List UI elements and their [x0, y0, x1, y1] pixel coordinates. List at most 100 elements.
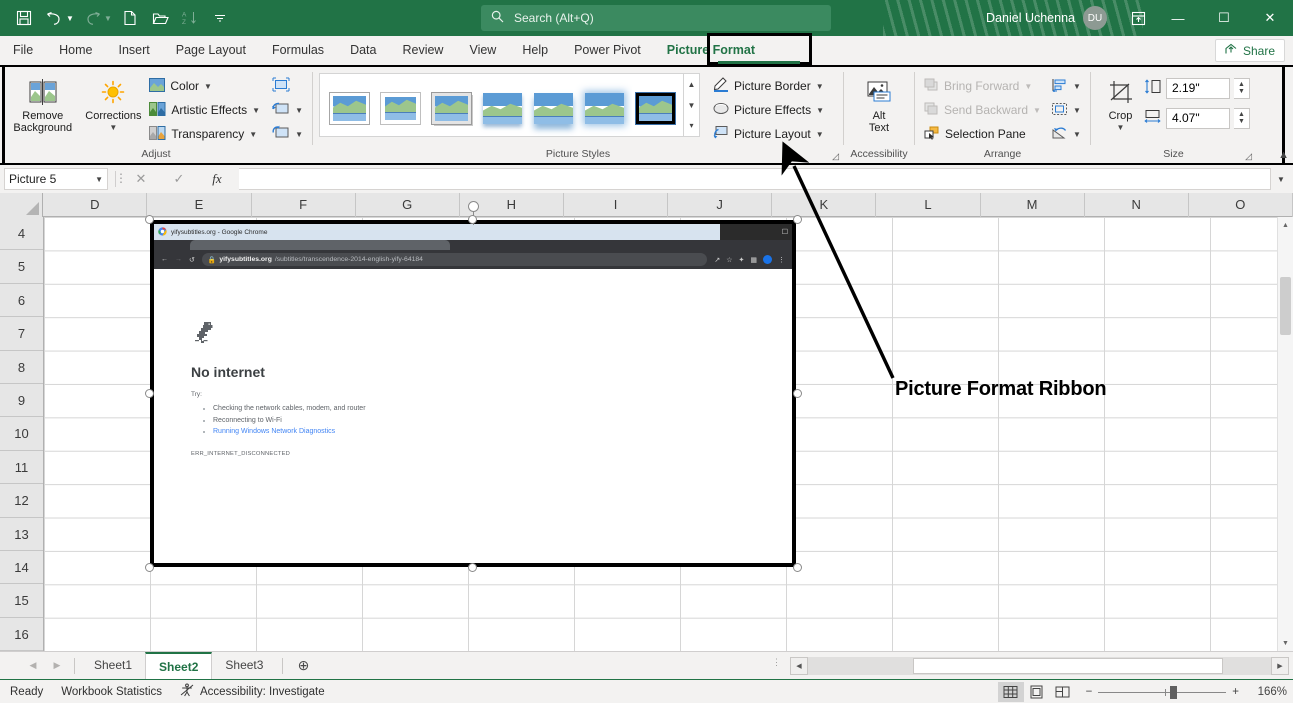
- sheet-tab-sheet3[interactable]: Sheet3: [212, 652, 276, 679]
- chrome-restore-icon[interactable]: ☐: [782, 228, 788, 236]
- column-header-G[interactable]: G: [356, 193, 460, 217]
- column-header-F[interactable]: F: [252, 193, 356, 217]
- tab-home[interactable]: Home: [46, 36, 105, 65]
- row-header-5[interactable]: 5: [0, 250, 43, 283]
- reload-icon[interactable]: ↺: [189, 256, 195, 264]
- zoom-in-button[interactable]: +: [1232, 686, 1239, 698]
- row-header-7[interactable]: 7: [0, 317, 43, 350]
- undo-dropdown-icon[interactable]: ▼: [66, 14, 76, 23]
- zoom-level[interactable]: 166%: [1245, 686, 1287, 698]
- back-icon[interactable]: ←: [161, 256, 168, 263]
- shape-height-spinner[interactable]: ▲▼: [1234, 78, 1250, 99]
- zoom-slider-thumb[interactable]: [1170, 686, 1177, 699]
- remove-background-button[interactable]: Remove Background: [6, 72, 79, 134]
- chrome-menu-icon[interactable]: ⋮: [778, 256, 785, 264]
- customize-qat-icon[interactable]: [206, 5, 234, 31]
- gallery-more-icon[interactable]: ▾: [684, 115, 699, 136]
- sheet-tab-sheet1[interactable]: Sheet1: [81, 652, 145, 679]
- gallery-scroll-up-icon[interactable]: ▲: [684, 74, 699, 95]
- picture-effects-dropdown-icon[interactable]: ▼: [816, 106, 824, 115]
- page-break-view-button[interactable]: [1050, 682, 1076, 702]
- reset-picture-button[interactable]: ▼: [269, 122, 306, 146]
- tab-insert[interactable]: Insert: [106, 36, 163, 65]
- vertical-scrollbar[interactable]: ▲ ▼: [1277, 217, 1293, 651]
- row-header-8[interactable]: 8: [0, 351, 43, 384]
- rotation-handle[interactable]: [468, 201, 479, 212]
- tab-formulas[interactable]: Formulas: [259, 36, 337, 65]
- insert-function-button[interactable]: fx: [199, 168, 235, 190]
- rotate-dropdown-icon[interactable]: ▼: [1073, 130, 1081, 139]
- selection-pane-button[interactable]: Selection Pane: [921, 122, 1044, 146]
- name-box[interactable]: Picture 5 ▼: [4, 168, 108, 190]
- select-all-corner[interactable]: [0, 193, 43, 217]
- artistic-effects-dropdown-icon[interactable]: ▼: [252, 106, 260, 115]
- forward-icon[interactable]: →: [175, 256, 182, 263]
- sheet-tab-sheet2[interactable]: Sheet2: [145, 652, 212, 680]
- minimize-button[interactable]: —: [1155, 0, 1201, 36]
- close-button[interactable]: ✕: [1247, 0, 1293, 36]
- color-button[interactable]: Color ▼: [146, 74, 263, 98]
- sheet-nav-previous-icon[interactable]: ◀: [22, 660, 44, 671]
- artistic-effects-button[interactable]: Artistic Effects ▼: [146, 98, 263, 122]
- profile-avatar-icon[interactable]: [763, 255, 772, 264]
- shape-height-field[interactable]: ▲▼: [1144, 76, 1250, 100]
- picture-style-3[interactable]: [479, 87, 526, 129]
- shape-width-field[interactable]: ▲▼: [1144, 106, 1250, 130]
- picture-border-button[interactable]: Picture Border ▼: [710, 74, 827, 98]
- row-header-10[interactable]: 10: [0, 417, 43, 450]
- corrections-button[interactable]: Corrections ▼: [80, 72, 146, 134]
- share-button[interactable]: Share: [1215, 39, 1285, 62]
- tab-review[interactable]: Review: [389, 36, 456, 65]
- sheet-nav-next-icon[interactable]: ▶: [46, 660, 68, 671]
- search-input[interactable]: Search (Alt+Q): [481, 5, 831, 31]
- column-header-M[interactable]: M: [981, 193, 1085, 217]
- scroll-split-handle[interactable]: ⋮: [772, 660, 782, 664]
- workbook-statistics-button[interactable]: Workbook Statistics: [61, 686, 162, 698]
- group-dropdown-icon[interactable]: ▼: [1073, 106, 1081, 115]
- avatar[interactable]: DU: [1083, 6, 1107, 30]
- picture-style-6-selected[interactable]: [632, 87, 679, 129]
- tab-page-layout[interactable]: Page Layout: [163, 36, 259, 65]
- rotate-objects-button[interactable]: ▼: [1048, 122, 1084, 146]
- picture-effects-button[interactable]: Picture Effects ▼: [710, 98, 827, 122]
- extensions-puzzle-icon[interactable]: ✦: [739, 256, 745, 264]
- crop-button[interactable]: Crop ▼: [1097, 72, 1144, 134]
- picture-style-0[interactable]: [326, 87, 373, 129]
- enter-formula-button[interactable]: ✓: [161, 168, 197, 190]
- picture-style-4[interactable]: [530, 87, 577, 129]
- share-page-icon[interactable]: ↗: [714, 256, 720, 264]
- media-icon[interactable]: ▦: [750, 256, 757, 264]
- picture-border-dropdown-icon[interactable]: ▼: [816, 82, 824, 91]
- picture-style-2[interactable]: [428, 87, 475, 129]
- transparency-button[interactable]: Transparency ▼: [146, 122, 263, 146]
- tab-power-pivot[interactable]: Power Pivot: [561, 36, 654, 65]
- resize-handle-middle-left[interactable]: [145, 389, 154, 398]
- address-bar[interactable]: 🔒 yifysubtitles.org/subtitles/transcende…: [202, 253, 707, 266]
- zoom-slider[interactable]: − + 166%: [1086, 686, 1287, 698]
- row-header-11[interactable]: 11: [0, 451, 43, 484]
- transparency-dropdown-icon[interactable]: ▼: [249, 130, 257, 139]
- column-header-E[interactable]: E: [147, 193, 251, 217]
- alt-text-button[interactable]: Alt Text: [850, 72, 908, 134]
- undo-icon[interactable]: [40, 5, 68, 31]
- column-header-D[interactable]: D: [43, 193, 147, 217]
- scroll-left-icon[interactable]: ◀: [790, 657, 808, 675]
- name-box-dropdown-icon[interactable]: ▼: [95, 175, 103, 184]
- tab-data[interactable]: Data: [337, 36, 389, 65]
- picture-styles-scroll[interactable]: ▲ ▼ ▾: [684, 73, 700, 137]
- normal-view-button[interactable]: [998, 682, 1024, 702]
- row-header-16[interactable]: 16: [0, 618, 43, 651]
- color-dropdown-icon[interactable]: ▼: [204, 82, 212, 91]
- collapse-ribbon-icon[interactable]: ▲: [1278, 149, 1289, 161]
- change-picture-dropdown-icon[interactable]: ▼: [295, 106, 303, 115]
- shape-width-input[interactable]: [1166, 108, 1230, 129]
- scroll-down-icon[interactable]: ▼: [1278, 635, 1293, 651]
- compress-pictures-button[interactable]: [269, 74, 306, 98]
- resize-handle-top-right[interactable]: [793, 215, 802, 224]
- tab-help[interactable]: Help: [509, 36, 561, 65]
- page-layout-view-button[interactable]: [1024, 682, 1050, 702]
- row-header-12[interactable]: 12: [0, 484, 43, 517]
- expand-formula-bar-icon[interactable]: ▼: [1273, 175, 1289, 184]
- horizontal-scrollbar[interactable]: ◀ ▶: [790, 657, 1289, 675]
- resize-handle-bottom-center[interactable]: [468, 563, 477, 572]
